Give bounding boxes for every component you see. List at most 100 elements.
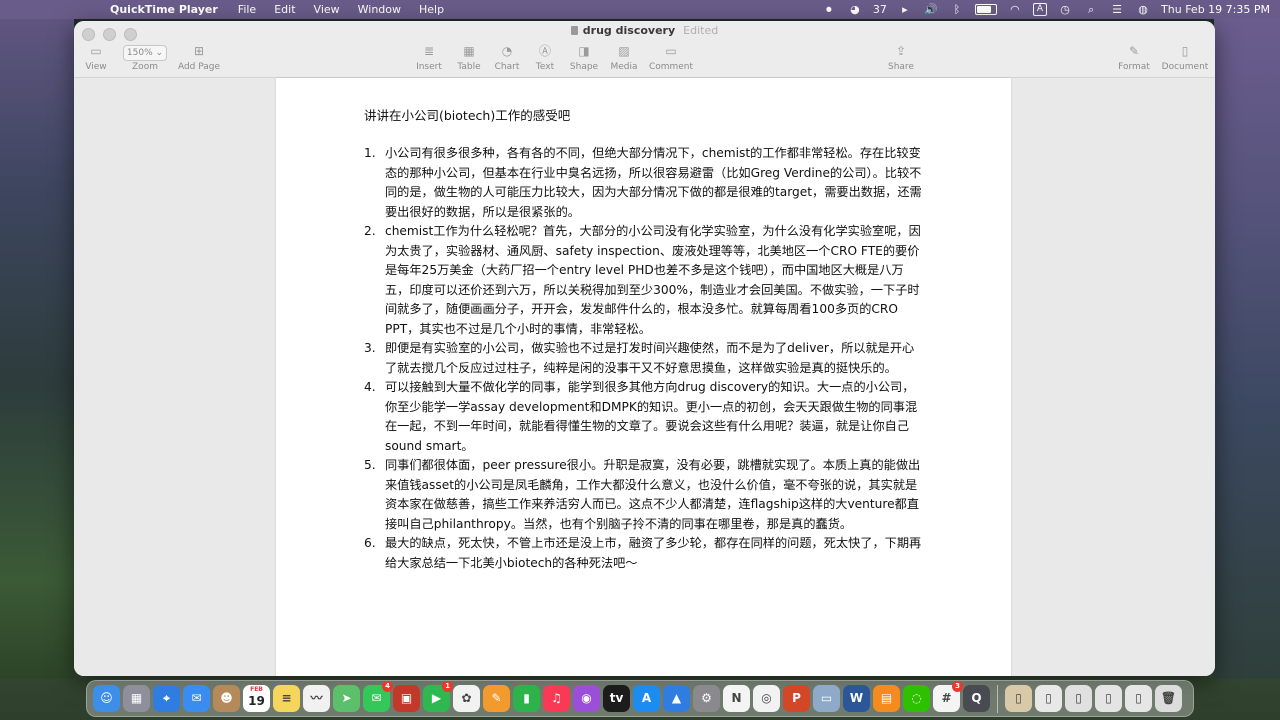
- battery-icon[interactable]: [974, 4, 997, 15]
- list-item-text[interactable]: 即便是有实验室的小公司，做实验也不过是打发时间兴趣使然，而不是为了deliver…: [385, 341, 914, 375]
- dock-safari-icon[interactable]: ⌖: [153, 685, 180, 712]
- list-item-text[interactable]: chemist工作为什么轻松呢？首先，大部分的小公司没有化学实验室，为什么没有化…: [385, 224, 921, 336]
- list-item-text[interactable]: 可以接触到大量不做化学的同事，能学到很多其他方向drug discovery的知…: [385, 380, 917, 453]
- menu-window[interactable]: Window: [358, 3, 401, 16]
- list-item-text[interactable]: 同事们都很体面，peer pressure很小。升职是寂寞，没有必要，跳槽就实现…: [385, 458, 920, 531]
- control-center-icon[interactable]: ☰: [1109, 3, 1125, 16]
- dock-doc-stack-3-icon[interactable]: ▯: [1065, 685, 1092, 712]
- list-item-number: 6.: [364, 536, 376, 550]
- dock-keynote-icon[interactable]: ▲: [663, 685, 690, 712]
- menu-clock[interactable]: Thu Feb 19 7:35 PM: [1161, 3, 1270, 16]
- document-body[interactable]: 讲讲在小公司(biotech)工作的感受吧 1. 小公司有很多很多种，各有各的不同…: [364, 108, 924, 573]
- dock-doc-stack-4-icon[interactable]: ▯: [1095, 685, 1122, 712]
- dock-quicktime-icon[interactable]: Q: [963, 685, 990, 712]
- wifi-icon[interactable]: ◠: [1007, 3, 1023, 16]
- comment-icon: ▭: [665, 44, 677, 58]
- dock-photos-icon[interactable]: ✿: [453, 685, 480, 712]
- list-item-text[interactable]: 小公司有很多很多种，各有各的不同，但绝大部分情况下，chemist的工作都非常轻…: [385, 146, 922, 219]
- dock-notes-icon[interactable]: ≡: [273, 685, 300, 712]
- menu-edit[interactable]: Edit: [274, 3, 295, 16]
- dock-app-store-icon[interactable]: A: [633, 685, 660, 712]
- document-page[interactable]: 讲讲在小公司(biotech)工作的感受吧 1. 小公司有很多很多种，各有各的不同…: [276, 78, 1011, 676]
- volume-icon[interactable]: 🔊: [923, 3, 939, 16]
- add-page-icon: ⊞: [193, 44, 205, 58]
- add-page-label: Add Page: [177, 62, 221, 72]
- menu-help[interactable]: Help: [419, 3, 444, 16]
- dock-podcasts-icon[interactable]: ◉: [573, 685, 600, 712]
- dock: ☺ ▦ ⌖ ✉ ☻ FEB 19 ≡ 〰 ➤ ✉ 4 ▣ ▶ 1 ✿ ✎ ▮ ♫ ◉ tv A ▲ ⚙ N ◎ P ▭ W ▤ ◌ #3 Q ▯ ▯…: [86, 680, 1194, 717]
- dock-mail-icon[interactable]: ✉: [183, 685, 210, 712]
- list-item-number: 2.: [364, 224, 376, 238]
- wechat-unread-count: 37: [872, 3, 887, 16]
- dock-system-settings-icon[interactable]: ⚙: [693, 685, 720, 712]
- dock-launchpad-icon[interactable]: ▦: [123, 685, 150, 712]
- dock-chrome-icon[interactable]: ◎: [753, 685, 780, 712]
- menu-app-name[interactable]: QuickTime Player: [110, 3, 218, 16]
- dock-freeform-icon[interactable]: 〰: [303, 685, 330, 712]
- spotlight-search-icon[interactable]: ⌕: [1083, 3, 1099, 17]
- dock-finder-icon[interactable]: ☺: [93, 685, 120, 712]
- list-item[interactable]: 5. 同事们都很体面，peer pressure很小。升职是寂寞，没有必要，跳槽就…: [364, 456, 924, 534]
- dock-news-icon[interactable]: N: [723, 685, 750, 712]
- format-brush-icon: ✎: [1128, 44, 1140, 58]
- list-item[interactable]: 1. 小公司有很多很多种，各有各的不同，但绝大部分情况下，chemist的工作都非…: [364, 144, 924, 222]
- dock-trash-icon[interactable]: 🗑: [1155, 685, 1182, 712]
- time-machine-icon[interactable]: ◷: [1057, 3, 1073, 16]
- dock-word-icon[interactable]: W: [843, 685, 870, 712]
- list-item[interactable]: 4. 可以接触到大量不做化学的同事，能学到很多其他方向drug discovery…: [364, 378, 924, 456]
- list-item[interactable]: 3. 即便是有实验室的小公司，做实验也不过是打发时间兴趣使然，而不是为了deliv…: [364, 339, 924, 378]
- list-item-text[interactable]: 最大的缺点，死太快，不管上市还是没上市，融资了多少轮，都存在同样的问题，死太快了…: [385, 536, 921, 570]
- dock-books-icon[interactable]: ▤: [873, 685, 900, 712]
- dock-pages-icon[interactable]: ✎: [483, 685, 510, 712]
- zoom-value: 150%: [126, 48, 153, 58]
- list-item[interactable]: 6. 最大的缺点，死太快，不管上市还是没上市，融资了多少轮，都存在同样的问题，死太…: [364, 534, 924, 573]
- list-item-number: 1.: [364, 146, 376, 160]
- dock-preview-icon[interactable]: ▭: [813, 685, 840, 712]
- document-canvas[interactable]: 讲讲在小公司(biotech)工作的感受吧 1. 小公司有很多很多种，各有各的不同…: [74, 78, 1215, 676]
- dock-messages-icon[interactable]: ✉ 4: [363, 681, 393, 712]
- add-page-button[interactable]: ⊞ Add Page: [171, 43, 227, 72]
- dock-contacts-icon[interactable]: ☻: [213, 685, 240, 712]
- dock-apple-tv-icon[interactable]: tv: [603, 685, 630, 712]
- dock-doc-stack-5-icon[interactable]: ▯: [1125, 685, 1152, 712]
- document-name[interactable]: drug discovery: [583, 24, 675, 37]
- dock-maps-icon[interactable]: ➤: [333, 685, 360, 712]
- zoom-select[interactable]: 150% ⌄: [123, 45, 167, 61]
- menu-file[interactable]: File: [238, 3, 256, 16]
- dock-music-icon[interactable]: ♫: [543, 685, 570, 712]
- share-label: Share: [888, 62, 914, 72]
- pages-window: drug discovery Edited ▭ View 150% ⌄ Zoom …: [74, 21, 1215, 676]
- numbered-list: 1. 小公司有很多很多种，各有各的不同，但绝大部分情况下，chemist的工作都非…: [364, 144, 924, 573]
- dock-doc-stack-1-icon[interactable]: ▯: [1005, 685, 1032, 712]
- dock-powerpoint-icon[interactable]: P: [783, 685, 810, 712]
- calendar-month-label: FEB: [250, 686, 263, 693]
- dock-numbers-icon[interactable]: ▮: [513, 685, 540, 712]
- list-item[interactable]: 2. chemist工作为什么轻松呢？首先，大部分的小公司没有化学实验室，为什么没…: [364, 222, 924, 339]
- record-stop-icon[interactable]: ⏺: [821, 3, 837, 17]
- document-button[interactable]: ▯ Document: [1157, 43, 1213, 72]
- dock-photo-booth-icon[interactable]: ▣: [393, 685, 420, 712]
- dock-badge: 3: [952, 681, 963, 692]
- dock-facetime-icon[interactable]: ▶ 1: [423, 681, 453, 712]
- zoom-control[interactable]: 150% ⌄ Zoom: [117, 43, 173, 72]
- document-icon: [570, 26, 578, 35]
- calendar-day-label: 19: [248, 694, 265, 708]
- window-title: drug discovery Edited: [74, 24, 1215, 37]
- comment-button[interactable]: ▭ Comment: [643, 43, 699, 72]
- dock-wechat-icon[interactable]: ◌: [903, 685, 930, 712]
- dock-doc-stack-2-icon[interactable]: ▯: [1035, 685, 1062, 712]
- document-panel-icon: ▯: [1181, 44, 1189, 58]
- now-playing-icon[interactable]: ▸: [897, 3, 913, 16]
- dock-calendar-icon[interactable]: FEB 19: [243, 685, 270, 712]
- bluetooth-icon[interactable]: ᛒ: [949, 3, 965, 16]
- menu-bar: QuickTime Player File Edit View Window H…: [0, 0, 1280, 19]
- dock-badge: 4: [382, 681, 393, 692]
- input-source-icon[interactable]: A: [1032, 3, 1048, 16]
- menu-view[interactable]: View: [314, 3, 340, 16]
- wechat-icon[interactable]: ◕: [847, 3, 863, 16]
- siri-icon[interactable]: ◍: [1135, 3, 1151, 16]
- dock-slack-icon[interactable]: #3: [933, 681, 963, 712]
- share-button[interactable]: ⇪ Share: [873, 43, 929, 72]
- format-button[interactable]: ✎ Format: [1106, 43, 1162, 72]
- document-heading[interactable]: 讲讲在小公司(biotech)工作的感受吧: [364, 108, 924, 124]
